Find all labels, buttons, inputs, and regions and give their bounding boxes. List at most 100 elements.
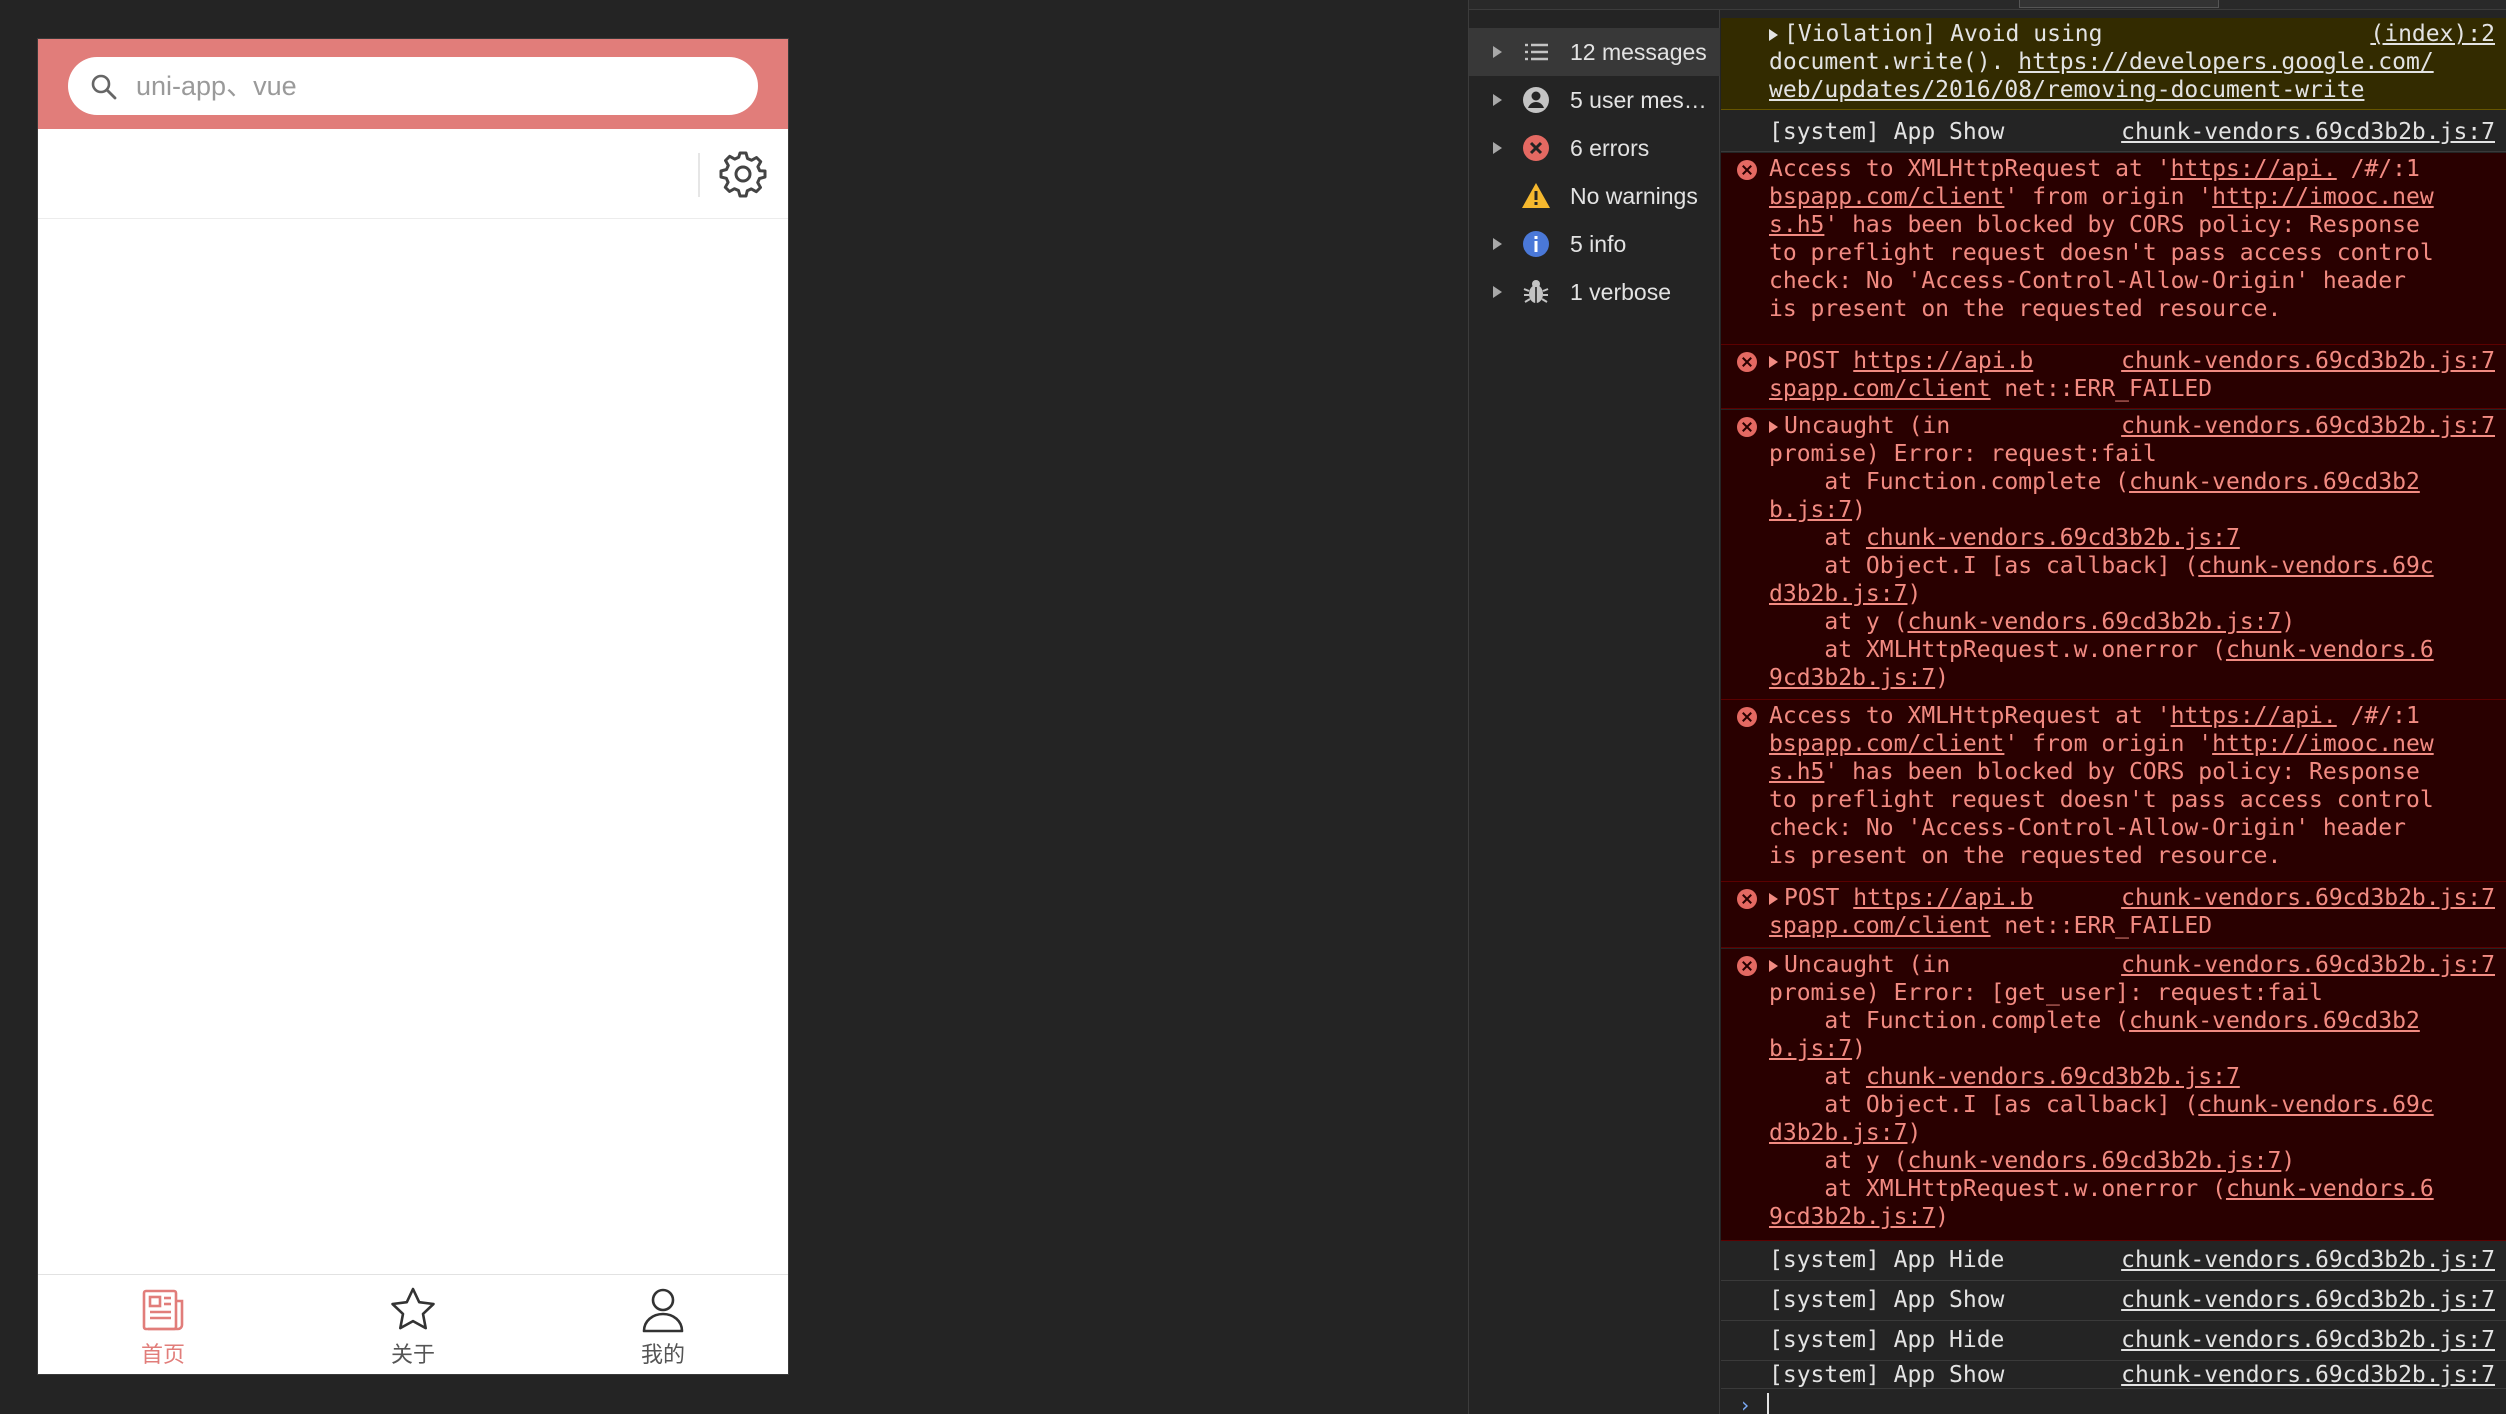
expand-arrow-icon[interactable] bbox=[1493, 46, 1502, 58]
msg-link[interactable]: chunk-vendors.69c bbox=[2198, 553, 2433, 579]
console-message-info[interactable]: [system] App Hide chunk-vendors.69cd3b2b… bbox=[1721, 1321, 2506, 1361]
msg-line: check: No 'Access-Control-Allow-Origin' … bbox=[1769, 815, 2406, 841]
msg-line: ' has been blocked by CORS policy: Respo… bbox=[1824, 212, 2420, 238]
tabbar-item-home[interactable]: 首页 bbox=[38, 1275, 288, 1374]
msg-line: ' from origin ' bbox=[2004, 184, 2213, 210]
msg-line: ' from origin ' bbox=[2004, 731, 2213, 757]
expand-arrow-icon[interactable] bbox=[1493, 238, 1502, 250]
search-box[interactable] bbox=[68, 57, 758, 115]
msg-line: at XMLHttpRequest.w.onerror ( bbox=[1769, 1176, 2226, 1202]
console-message-error[interactable]: Access to XMLHttpRequest at 'https://api… bbox=[1721, 700, 2506, 882]
msg-link[interactable]: spapp.com/client bbox=[1769, 913, 1991, 939]
error-icon bbox=[1737, 352, 1757, 372]
msg-line: at Object.I [as callback] ( bbox=[1769, 1092, 2199, 1118]
msg-link[interactable]: chunk-vendors.69c bbox=[2198, 1092, 2433, 1118]
console-message-info[interactable]: [system] App Show chunk-vendors.69cd3b2b… bbox=[1721, 1361, 2506, 1389]
console-message-info[interactable]: [system] App Show chunk-vendors.69cd3b2b… bbox=[1721, 1281, 2506, 1321]
msg-link[interactable]: bspapp.com/client bbox=[1769, 731, 2004, 757]
msg-line: promise) Error: [get_user]: request:fail bbox=[1769, 980, 2323, 1006]
source-link[interactable]: chunk-vendors.69cd3b2b.js:7 bbox=[2121, 951, 2495, 979]
msg-line: promise) Error: request:fail bbox=[1769, 441, 2157, 467]
sidebar-item-verbose[interactable]: 1 verbose bbox=[1469, 268, 1720, 316]
expand-triangle-icon[interactable] bbox=[1769, 959, 1778, 972]
sidebar-item-info[interactable]: 5 info bbox=[1469, 220, 1720, 268]
msg-link[interactable]: chunk-vendors.69cd3b2 bbox=[2129, 1008, 2420, 1034]
msg-link[interactable]: https://api. bbox=[2171, 156, 2337, 182]
source-link[interactable]: (index):2 bbox=[2370, 20, 2495, 48]
error-icon bbox=[1737, 956, 1757, 976]
expand-triangle-icon[interactable] bbox=[1769, 420, 1778, 433]
msg-line: /#/:1 bbox=[2336, 156, 2420, 182]
msg-line: net::ERR_FAILED bbox=[1990, 913, 2213, 939]
msg-link[interactable]: http://imooc.new bbox=[2212, 731, 2434, 757]
sidebar-item-errors[interactable]: 6 errors bbox=[1469, 124, 1720, 172]
msg-link[interactable]: chunk-vendors.69cd3b2b.js:7 bbox=[1907, 609, 2281, 635]
msg-link[interactable]: chunk-vendors.69cd3b2b.js:7 bbox=[1866, 525, 2240, 551]
msg-link[interactable]: chunk-vendors.6 bbox=[2226, 1176, 2434, 1202]
source-link[interactable]: chunk-vendors.69cd3b2b.js:7 bbox=[2121, 1286, 2495, 1314]
msg-link[interactable]: d3b2b.js:7 bbox=[1769, 581, 1907, 607]
msg-line: at Function.complete ( bbox=[1769, 469, 2130, 495]
expand-arrow-icon[interactable] bbox=[1493, 286, 1502, 298]
console-message-error[interactable]: Uncaught (in promise) Error: [get_user]:… bbox=[1721, 949, 2506, 1241]
msg-link[interactable]: https://developers.google.com/ bbox=[2018, 49, 2433, 75]
console-message-error[interactable]: POST https://api.b spapp.com/client net:… bbox=[1721, 345, 2506, 409]
sidebar-item-user-messages[interactable]: 5 user mes… bbox=[1469, 76, 1720, 124]
msg-link[interactable]: https://api.b bbox=[1853, 348, 2033, 374]
expand-triangle-icon[interactable] bbox=[1769, 892, 1778, 905]
console-message-violation[interactable]: [Violation] Avoid using document.write()… bbox=[1721, 18, 2506, 110]
msg-link[interactable]: chunk-vendors.69cd3b2 bbox=[2129, 469, 2420, 495]
msg-line: at y ( bbox=[1769, 609, 1908, 635]
source-link[interactable]: chunk-vendors.69cd3b2b.js:7 bbox=[2121, 1361, 2495, 1389]
msg-line: Access to XMLHttpRequest at ' bbox=[1769, 156, 2171, 182]
error-icon bbox=[1523, 135, 1549, 161]
bug-icon bbox=[1523, 280, 1549, 303]
console-message-info[interactable]: [system] App Show chunk-vendors.69cd3b2b… bbox=[1721, 110, 2506, 152]
console-message-info[interactable]: [system] App Hide chunk-vendors.69cd3b2b… bbox=[1721, 1241, 2506, 1281]
msg-link[interactable]: b.js:7 bbox=[1769, 1036, 1852, 1062]
sidebar-item-messages[interactable]: 12 messages bbox=[1469, 28, 1720, 76]
msg-link[interactable]: s.h5 bbox=[1769, 759, 1824, 785]
msg-link[interactable]: https://api. bbox=[2171, 703, 2337, 729]
source-link[interactable]: chunk-vendors.69cd3b2b.js:7 bbox=[2121, 347, 2495, 375]
filter-box-edge[interactable] bbox=[2019, 0, 2219, 8]
source-link[interactable]: chunk-vendors.69cd3b2b.js:7 bbox=[2121, 412, 2495, 440]
msg-line: is present on the requested resource. bbox=[1769, 296, 2282, 322]
msg-link[interactable]: web/updates/2016/08/removing-document-wr… bbox=[1769, 77, 2364, 103]
msg-link[interactable]: https://api.b bbox=[1853, 885, 2033, 911]
source-link[interactable]: chunk-vendors.69cd3b2b.js:7 bbox=[2121, 118, 2495, 146]
msg-link[interactable]: 9cd3b2b.js:7 bbox=[1769, 1204, 1935, 1230]
sidebar-item-warnings[interactable]: No warnings bbox=[1469, 172, 1720, 220]
tabbar-item-about[interactable]: 关于 bbox=[288, 1275, 538, 1374]
tabbar-item-mine[interactable]: 我的 bbox=[538, 1275, 788, 1374]
expand-arrow-icon[interactable] bbox=[1493, 94, 1502, 106]
console-message-error[interactable]: Access to XMLHttpRequest at 'https://api… bbox=[1721, 153, 2506, 345]
devtools-panel: 12 messages 5 user mes… 6 errors No warn… bbox=[1468, 0, 2506, 1414]
msg-link[interactable]: chunk-vendors.69cd3b2b.js:7 bbox=[1907, 1148, 2281, 1174]
console-prompt[interactable]: › bbox=[1721, 1388, 2506, 1414]
msg-line: ' has been blocked by CORS policy: Respo… bbox=[1824, 759, 2420, 785]
search-input[interactable] bbox=[136, 57, 736, 115]
msg-link[interactable]: chunk-vendors.6 bbox=[2226, 637, 2434, 663]
msg-link[interactable]: b.js:7 bbox=[1769, 497, 1852, 523]
expand-triangle-icon[interactable] bbox=[1769, 28, 1778, 41]
gear-icon[interactable] bbox=[718, 149, 768, 199]
source-link[interactable]: chunk-vendors.69cd3b2b.js:7 bbox=[2121, 1326, 2495, 1354]
message-text: Access to XMLHttpRequest at 'https://api… bbox=[1769, 702, 2499, 870]
expand-arrow-icon[interactable] bbox=[1493, 142, 1502, 154]
msg-link[interactable]: s.h5 bbox=[1769, 212, 1824, 238]
prompt-chevron-icon: › bbox=[1739, 1393, 1752, 1414]
expand-triangle-icon[interactable] bbox=[1769, 355, 1778, 368]
msg-link[interactable]: bspapp.com/client bbox=[1769, 184, 2004, 210]
console-message-error[interactable]: Uncaught (in promise) Error: request:fai… bbox=[1721, 410, 2506, 700]
msg-link[interactable]: spapp.com/client bbox=[1769, 376, 1991, 402]
msg-link[interactable]: d3b2b.js:7 bbox=[1769, 1120, 1907, 1146]
list-icon bbox=[1525, 43, 1548, 61]
source-link[interactable]: chunk-vendors.69cd3b2b.js:7 bbox=[2121, 884, 2495, 912]
msg-link[interactable]: http://imooc.new bbox=[2212, 184, 2434, 210]
msg-link[interactable]: chunk-vendors.69cd3b2b.js:7 bbox=[1866, 1064, 2240, 1090]
console-message-error[interactable]: POST https://api.b spapp.com/client net:… bbox=[1721, 882, 2506, 948]
msg-link[interactable]: 9cd3b2b.js:7 bbox=[1769, 665, 1935, 691]
msg-line: net::ERR_FAILED bbox=[1990, 376, 2213, 402]
source-link[interactable]: chunk-vendors.69cd3b2b.js:7 bbox=[2121, 1246, 2495, 1274]
